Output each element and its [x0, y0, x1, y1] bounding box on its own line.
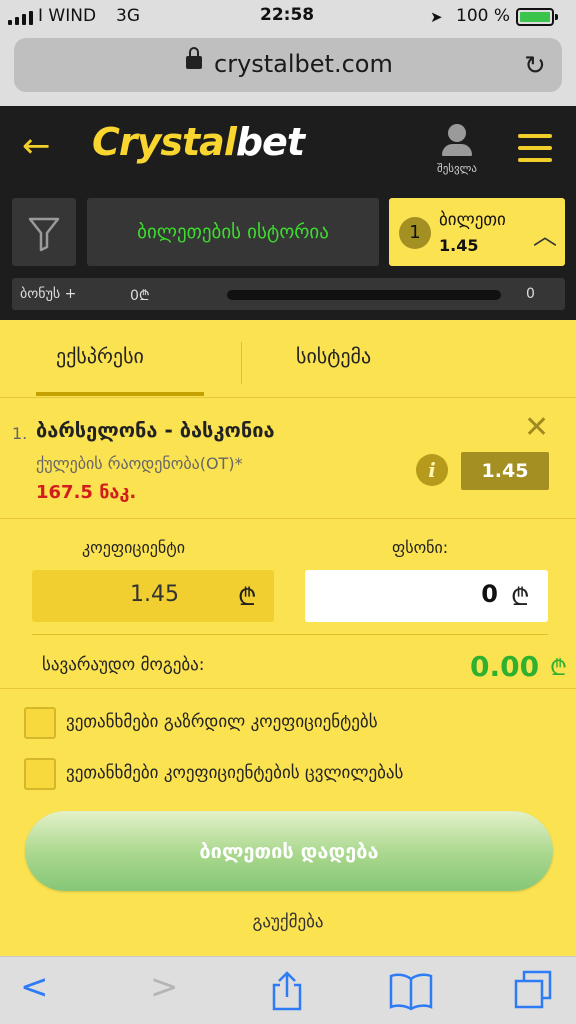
bonus-label: ბონუს + [20, 286, 77, 302]
betslip-controls: ბილეთების ისტორია 1 ბილეთი 1.45 ︿ ბონუს … [0, 190, 576, 320]
bet-item: 1. ბარსელონა - ბასკონია ქულების რაოდენობ… [0, 400, 576, 518]
site-header: ← Crystalbet შესვლა [0, 106, 576, 190]
lock-icon [186, 47, 202, 69]
divider [0, 518, 576, 519]
forward-chevron-icon[interactable]: > [150, 967, 179, 1007]
remove-bet-icon[interactable]: ✕ [524, 410, 549, 445]
funnel-icon [28, 217, 60, 252]
ticket-history-button[interactable]: ბილეთების ისტორია [87, 198, 379, 266]
ticket-label: ბილეთი [439, 210, 506, 230]
info-icon[interactable]: i [416, 454, 448, 486]
clock: 22:58 [260, 5, 315, 25]
divider [32, 634, 548, 635]
back-arrow-icon[interactable]: ← [22, 126, 51, 166]
active-tab-indicator [36, 392, 204, 396]
bonus-bar: ბონუს + 0₾ 0 [12, 278, 565, 310]
tab-express[interactable]: ექსპრესი [56, 344, 144, 368]
tab-divider [241, 342, 242, 384]
lari-icon: ₾ [238, 583, 257, 611]
hamburger-menu-icon[interactable] [518, 134, 552, 170]
potential-win-label: სავარაუდო მოგება: [42, 655, 205, 675]
battery-percent: 100 % [456, 6, 511, 26]
bet-index: 1. [12, 424, 28, 443]
bookmarks-icon[interactable] [388, 971, 434, 1011]
match-name: ბარსელონა - ბასკონია [36, 418, 275, 442]
cancel-button[interactable]: გაუქმება [0, 912, 576, 932]
bet-type-tabs: ექსპრესი სისტემა [0, 320, 576, 400]
login-label: შესვლა [437, 162, 477, 175]
share-icon[interactable] [268, 969, 306, 1013]
lari-icon: ₾ [511, 583, 530, 611]
carrier-name: I WIND [38, 6, 97, 26]
network-type: 3G [116, 6, 140, 26]
signal-icon [8, 11, 33, 25]
stake-label: ფსონი: [392, 538, 449, 557]
crystalbet-logo[interactable]: Crystalbet [92, 120, 305, 164]
accept-odds-changes-checkbox[interactable] [24, 758, 56, 790]
address-bar[interactable]: crystalbet.com ↻ [14, 38, 562, 92]
filter-button[interactable] [12, 198, 76, 266]
status-bar: I WIND 3G 22:58 ➤ 100 % [0, 0, 576, 34]
coefficient-value: 1.45 [130, 582, 179, 607]
browser-toolbar: < > [0, 956, 576, 1024]
tabs-icon[interactable] [512, 969, 554, 1011]
tab-system[interactable]: სისტემა [296, 344, 371, 368]
coefficient-display: 1.45 ₾ [32, 570, 274, 622]
reload-icon[interactable]: ↻ [524, 51, 546, 81]
place-bet-button[interactable]: ბილეთის დადება [25, 811, 553, 891]
potential-win-value: 0.00 [470, 650, 540, 683]
stake-value: 0 [481, 580, 498, 608]
coefficient-label: კოეფიციენტი [82, 538, 186, 557]
ticket-toggle-button[interactable]: 1 ბილეთი 1.45 ︿ [389, 198, 565, 266]
user-icon [448, 124, 466, 142]
back-chevron-icon[interactable]: < [20, 967, 49, 1007]
bonus-count: 0 [526, 286, 535, 302]
bonus-progress-bar [227, 290, 501, 300]
ticket-count-badge: 1 [399, 217, 431, 249]
bet-odds: 1.45 [461, 452, 549, 490]
url-text: crystalbet.com [214, 50, 393, 78]
accept-higher-odds-label[interactable]: ვეთანხმები გაზრდილ კოეფიციენტებს [66, 712, 378, 732]
location-arrow-icon: ➤ [430, 8, 443, 26]
divider [0, 397, 576, 398]
bonus-amount: 0₾ [130, 288, 150, 304]
market-line: 167.5 ნაკ. [36, 482, 137, 503]
accept-odds-changes-label[interactable]: ვეთანხმები კოეფიციენტების ცვლილებას [66, 763, 403, 783]
battery-icon [516, 8, 558, 26]
stake-input[interactable]: 0 ₾ [305, 570, 548, 622]
login-button[interactable]: შესვლა [432, 124, 482, 175]
browser-address-area: crystalbet.com ↻ [0, 34, 576, 106]
chevron-up-icon: ︿ [533, 222, 557, 250]
divider [0, 688, 576, 689]
accept-higher-odds-checkbox[interactable] [24, 707, 56, 739]
lari-icon: ₾ [550, 656, 567, 681]
market-name: ქულების რაოდენობა(OT)* [36, 454, 243, 473]
ticket-odds: 1.45 [439, 236, 479, 255]
